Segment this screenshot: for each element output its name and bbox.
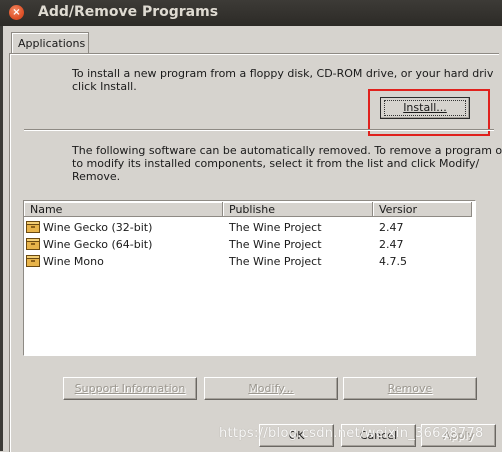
package-icon: [26, 238, 40, 250]
column-header-name[interactable]: Name: [24, 202, 223, 217]
install-instructions: To install a new program from a floppy d…: [72, 67, 494, 80]
row-publisher: The Wine Project: [229, 221, 322, 234]
support-button-label: Support Information: [74, 382, 186, 395]
row-publisher: The Wine Project: [229, 238, 322, 251]
row-version: 2.47: [379, 238, 404, 251]
title-bar: × Add/Remove Programs: [0, 0, 502, 26]
software-list[interactable]: Name Publishe Versior Wine Gecko (32-bit…: [23, 200, 476, 356]
list-item[interactable]: Wine Mono The Wine Project 4.7.5: [24, 253, 473, 270]
remove-button[interactable]: Remove: [343, 377, 477, 400]
row-version: 2.47: [379, 221, 404, 234]
remove-instructions-2: to modify its installed components, sele…: [72, 157, 480, 170]
window-title: Add/Remove Programs: [38, 4, 219, 20]
row-name: Wine Gecko (32-bit): [43, 221, 153, 234]
remove-instructions-3: Remove.: [72, 170, 121, 183]
tab-label: Applications: [18, 37, 86, 50]
support-information-button[interactable]: Support Information: [63, 377, 197, 400]
modify-button-label: Modify...: [248, 382, 294, 395]
row-version: 4.7.5: [379, 255, 407, 268]
close-icon[interactable]: ×: [9, 5, 24, 20]
remove-button-label: Remove: [387, 382, 433, 395]
separator: [24, 129, 494, 131]
column-header-publisher[interactable]: Publishe: [223, 202, 373, 217]
column-header-version[interactable]: Versior: [373, 202, 472, 217]
window-edge: [0, 26, 3, 451]
package-icon: [26, 255, 40, 267]
install-instructions-2: click Install.: [72, 80, 137, 93]
tab-applications[interactable]: Applications: [11, 32, 89, 54]
remove-instructions: The following software can be automatica…: [72, 144, 502, 157]
watermark: https://blog.csdn.net/weixin_36628778: [219, 426, 484, 441]
list-item[interactable]: Wine Gecko (64-bit) The Wine Project 2.4…: [24, 236, 473, 253]
row-publisher: The Wine Project: [229, 255, 322, 268]
list-item[interactable]: Wine Gecko (32-bit) The Wine Project 2.4…: [24, 219, 473, 236]
package-icon: [26, 221, 40, 233]
row-name: Wine Gecko (64-bit): [43, 238, 153, 251]
row-name: Wine Mono: [43, 255, 104, 268]
modify-button[interactable]: Modify...: [204, 377, 338, 400]
